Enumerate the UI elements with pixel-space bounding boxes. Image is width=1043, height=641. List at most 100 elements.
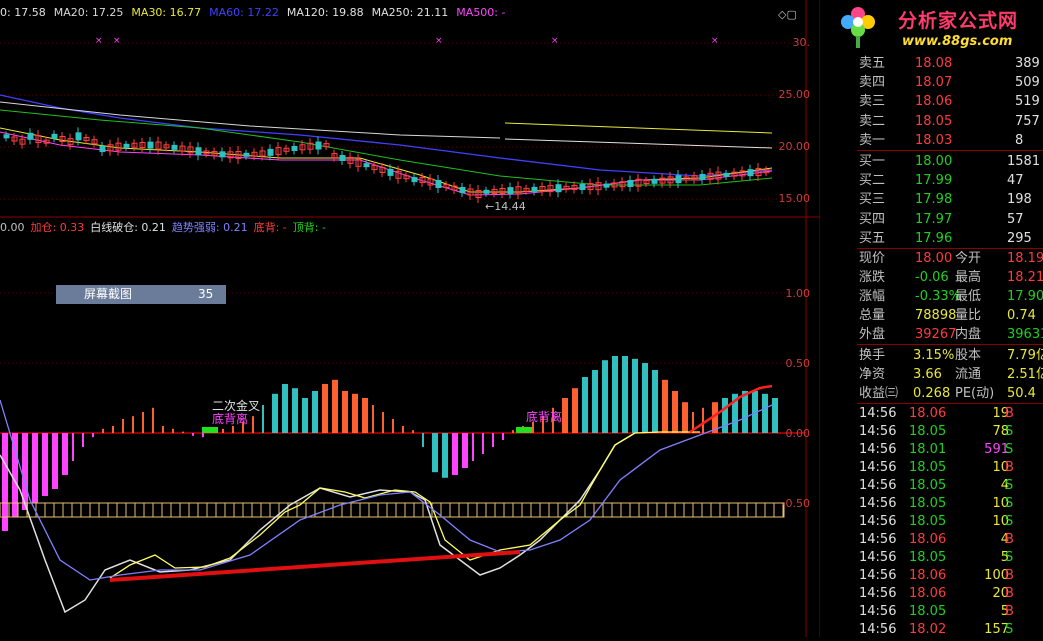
histogram-bar bbox=[462, 433, 468, 468]
histogram-bar bbox=[402, 426, 404, 433]
cross-marker: × bbox=[95, 36, 103, 46]
quote-label: 总量 bbox=[859, 308, 886, 323]
screenshot-tool-button[interactable]: 屏幕截图 35 bbox=[56, 285, 226, 304]
bid-price: 17.96 bbox=[915, 230, 953, 246]
candle-body bbox=[195, 147, 202, 156]
chart-canvas[interactable]: × × × × × bbox=[0, 0, 821, 637]
bid-row: 买一 18.00 1581 bbox=[857, 152, 1043, 171]
price-axis-30: 30. bbox=[792, 36, 811, 49]
histogram-bar bbox=[572, 388, 578, 433]
tick-time: 14:56 bbox=[859, 424, 897, 439]
histogram-bar bbox=[722, 398, 728, 433]
bid-volume: 198 bbox=[1007, 192, 1032, 208]
candle-body bbox=[339, 155, 346, 161]
quote-label: 涨幅 bbox=[859, 289, 886, 304]
tick-row: 14:56 18.06 19 B bbox=[857, 405, 1043, 423]
tick-row: 14:56 18.05 4 S bbox=[857, 477, 1043, 495]
histogram-bar bbox=[562, 398, 568, 433]
histogram-bar bbox=[202, 433, 204, 438]
ma10-line bbox=[0, 131, 773, 196]
candle-body bbox=[363, 163, 370, 168]
ma250-line bbox=[504, 122, 773, 134]
tick-side: S bbox=[1005, 496, 1014, 511]
tick-time: 14:56 bbox=[859, 532, 897, 547]
tick-row: 14:56 18.05 10 B bbox=[857, 459, 1043, 477]
quote-row: 总量 78898 量比 0.74 bbox=[857, 306, 1043, 325]
histogram-bar bbox=[292, 388, 298, 433]
logo-title: 分析家公式网 bbox=[898, 10, 1019, 32]
histogram-bar bbox=[432, 433, 438, 473]
price-axis-20: 20.00 bbox=[778, 140, 811, 153]
candle-body bbox=[651, 178, 658, 184]
histogram-bar bbox=[252, 416, 254, 433]
tick-side: S bbox=[1005, 514, 1014, 529]
signal-marker bbox=[516, 427, 532, 433]
ma-legend-item: MA60: 17.22 bbox=[209, 6, 279, 19]
candle-body bbox=[171, 144, 178, 150]
ma-legend-item: MA30: 16.77 bbox=[131, 6, 202, 19]
tick-time: 14:56 bbox=[859, 622, 897, 637]
histogram-bar bbox=[772, 398, 778, 433]
candle-body bbox=[243, 152, 250, 157]
ask-label: 卖五 bbox=[859, 56, 886, 71]
histogram-bar bbox=[72, 433, 74, 461]
tick-row: 14:56 18.06 4 B bbox=[857, 531, 1043, 549]
histogram-bar bbox=[92, 433, 94, 438]
tick-time: 14:56 bbox=[859, 604, 897, 619]
tick-row: 14:56 18.01 591 S bbox=[857, 441, 1043, 459]
histogram-bar bbox=[52, 433, 58, 489]
kline-chart-area[interactable]: × × × × × 0: 17.58 MA20: 17.25 MA30: 16.77 MA60… bbox=[0, 0, 821, 637]
tick-row: 14:56 18.05 10 S bbox=[857, 513, 1043, 531]
histogram-bar bbox=[392, 419, 394, 433]
candle-body bbox=[51, 133, 58, 139]
tick-time: 14:56 bbox=[859, 586, 897, 601]
ask-volume: 389 bbox=[1015, 56, 1040, 71]
histogram-bar bbox=[602, 360, 608, 433]
histogram-bar bbox=[762, 393, 768, 433]
quote-label: 最低 bbox=[955, 289, 982, 304]
histogram-bar bbox=[262, 405, 264, 433]
quote-label: 今开 bbox=[955, 251, 982, 266]
histogram-bar bbox=[362, 398, 368, 433]
quote-value: 39631 bbox=[1007, 327, 1043, 342]
indicator-axis-0: 0.00 bbox=[785, 427, 811, 440]
quote-value: -0.06 bbox=[915, 270, 949, 285]
histogram-bar bbox=[492, 433, 494, 447]
indicator-legend-item: 底背: - bbox=[253, 221, 287, 234]
tick-side: B bbox=[1005, 604, 1014, 619]
histogram-bar bbox=[142, 412, 144, 433]
histogram-bar bbox=[192, 433, 194, 436]
ask-volume: 509 bbox=[1015, 75, 1040, 91]
tick-price: 18.01 bbox=[909, 442, 947, 457]
candle-body bbox=[291, 145, 298, 151]
candle-body bbox=[627, 179, 634, 187]
indicator-axis-neg-0-5: -0.50 bbox=[781, 497, 810, 510]
flower-logo-icon bbox=[841, 7, 875, 48]
finance-label: 换手 bbox=[859, 348, 886, 363]
tick-price: 18.06 bbox=[909, 568, 947, 583]
divider bbox=[857, 403, 1043, 404]
candle-body bbox=[75, 132, 82, 141]
candle-body bbox=[123, 143, 130, 148]
quote-label: 现价 bbox=[859, 251, 886, 266]
histogram-bar bbox=[12, 433, 18, 517]
histogram-bar bbox=[592, 370, 598, 433]
toggle-icons[interactable]: ◇▢ bbox=[778, 8, 797, 21]
ask-label: 卖二 bbox=[859, 113, 886, 129]
finance-row: 换手 3.15% 股本 7.79亿 bbox=[857, 346, 1043, 365]
bid-label: 买五 bbox=[859, 230, 886, 246]
bid-volume: 47 bbox=[1007, 173, 1024, 189]
candle-body bbox=[27, 132, 34, 140]
ask-price: 18.05 bbox=[915, 113, 953, 129]
finance-label: 收益㈢ bbox=[859, 386, 899, 401]
histogram-bar bbox=[312, 391, 318, 433]
tick-time: 14:56 bbox=[859, 514, 897, 529]
tick-row: 14:56 18.05 10 S bbox=[857, 495, 1043, 513]
candle-body bbox=[459, 187, 466, 193]
histogram-bar bbox=[422, 433, 424, 447]
cross-marker: × bbox=[435, 36, 443, 46]
candle-body bbox=[555, 184, 562, 193]
tick-price: 18.05 bbox=[909, 496, 947, 511]
tick-side: S bbox=[1005, 622, 1014, 637]
bid-volume: 57 bbox=[1007, 211, 1024, 227]
